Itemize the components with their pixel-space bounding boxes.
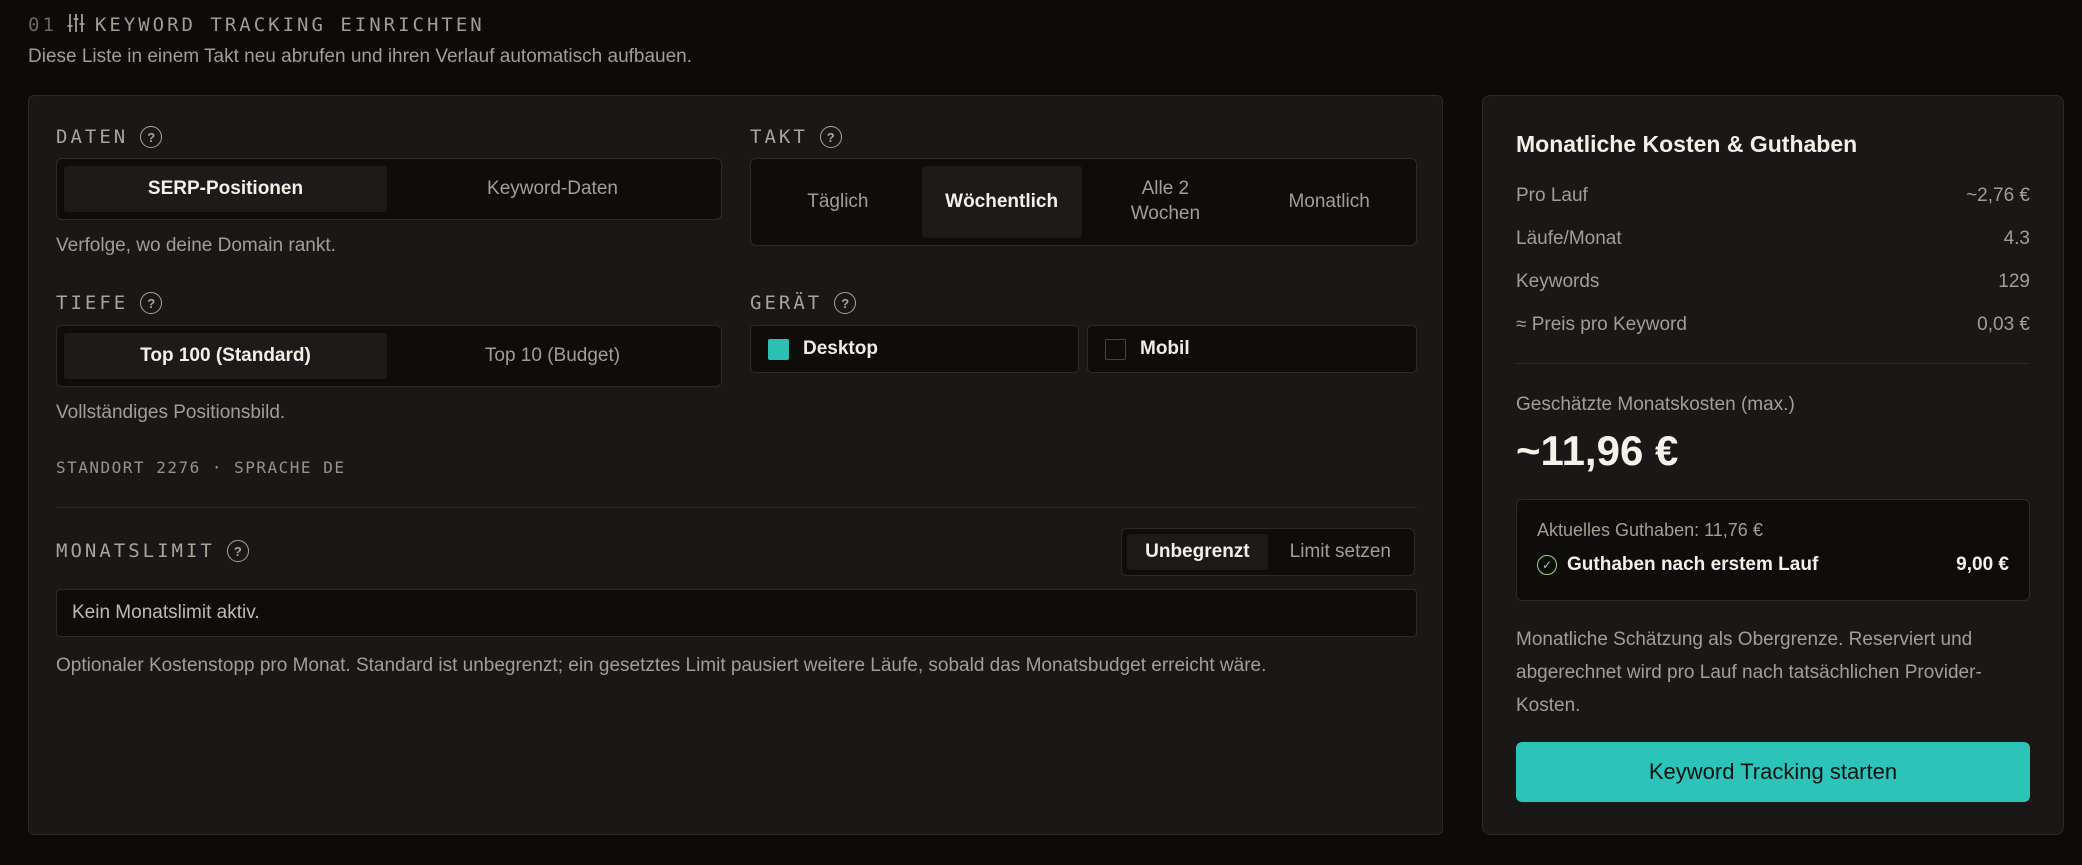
takt-label: TAKT ? (750, 123, 842, 151)
cost-row-value: 0,03 € (1977, 314, 2030, 335)
credit-box: Aktuelles Guthaben: 11,76 € ✓ Guthaben n… (1516, 499, 2030, 601)
divider (56, 507, 1417, 508)
estimate-label: Geschätzte Monatskosten (max.) (1516, 394, 1795, 415)
credit-after-first-run: ✓ Guthaben nach erstem Lauf 9,00 € (1537, 554, 2009, 576)
tiefe-option-top10[interactable]: Top 10 (Budget) (391, 333, 714, 379)
daten-label: DATEN ? (56, 123, 163, 151)
sliders-icon (67, 13, 85, 38)
monatslimit-help: Optionaler Kostenstopp pro Monat. Standa… (56, 655, 1267, 676)
cost-row-label: Keywords (1516, 271, 1600, 292)
monatslimit-value: Kein Monatslimit aktiv. (72, 602, 260, 623)
settings-panel: DATEN ? SERP-Positionen Keyword-Daten Ve… (28, 95, 1443, 835)
cost-row-keywords: Keywords 129 (1516, 271, 2030, 293)
check-circle-icon: ✓ (1537, 555, 1557, 575)
monatslimit-label: MONATSLIMIT ? (56, 537, 249, 565)
tiefe-label: TIEFE ? (56, 289, 163, 317)
tiefe-help: Vollständiges Positionsbild. (56, 402, 286, 423)
monatslimit-selector: Unbegrenzt Limit setzen (1121, 528, 1415, 576)
page-title-text: KEYWORD TRACKING EINRICHTEN (94, 14, 485, 36)
page-header: 01 KEYWORD TRACKING EINRICHTEN Diese Lis… (28, 12, 692, 68)
divider (1516, 363, 2030, 364)
cost-row-value: 129 (1998, 271, 2030, 292)
page-subtitle: Diese Liste in einem Takt neu abrufen un… (28, 46, 693, 67)
monatslimit-field[interactable]: Kein Monatslimit aktiv. (56, 589, 1417, 637)
credit-after-label: Guthaben nach erstem Lauf (1567, 554, 1819, 575)
geraet-label-text: GERÄT (750, 292, 823, 314)
daten-option-serp[interactable]: SERP-Positionen (64, 166, 387, 212)
cost-row-value: ~2,76 € (1966, 185, 2030, 206)
daten-help: Verfolge, wo deine Domain rankt. (56, 235, 336, 256)
daten-selector: SERP-Positionen Keyword-Daten (56, 158, 722, 220)
cost-row-laeufe-monat: Läufe/Monat 4.3 (1516, 228, 2030, 250)
takt-option-alle-2-wochen[interactable]: Alle 2 Wochen (1086, 166, 1246, 238)
monatslimit-label-text: MONATSLIMIT (56, 540, 215, 562)
help-icon[interactable]: ? (226, 540, 249, 562)
takt-selector: Täglich Wöchentlich Alle 2 Wochen Monatl… (750, 158, 1417, 246)
cost-row-preis-pro-keyword: ≈ Preis pro Keyword 0,03 € (1516, 314, 2030, 336)
page-title: 01 KEYWORD TRACKING EINRICHTEN (28, 12, 692, 38)
cost-row-value: 4.3 (2003, 228, 2030, 249)
geraet-label: GERÄT ? (750, 289, 857, 317)
credit-after-value: 9,00 € (1956, 554, 2009, 575)
daten-option-keyword-daten[interactable]: Keyword-Daten (391, 166, 714, 212)
device-option-label: Mobil (1140, 338, 1190, 359)
checkbox-unchecked-icon[interactable] (1105, 338, 1126, 360)
help-icon[interactable]: ? (140, 292, 163, 314)
cost-row-label: ≈ Preis pro Keyword (1516, 314, 1687, 335)
start-tracking-button[interactable]: Keyword Tracking starten (1516, 742, 2030, 802)
cost-summary-panel: Monatliche Kosten & Guthaben Pro Lauf ~2… (1482, 95, 2064, 835)
location-info: STANDORT 2276 · SPRACHE DE (56, 458, 346, 477)
help-icon[interactable]: ? (819, 126, 842, 148)
cost-row-pro-lauf: Pro Lauf ~2,76 € (1516, 185, 2030, 207)
cost-row-label: Pro Lauf (1516, 185, 1588, 206)
takt-option-woechentlich[interactable]: Wöchentlich (921, 166, 1082, 238)
tiefe-label-text: TIEFE (56, 292, 129, 314)
estimate-note: Monatliche Schätzung als Obergrenze. Res… (1516, 629, 1982, 716)
takt-label-text: TAKT (750, 126, 808, 148)
tiefe-option-top100[interactable]: Top 100 (Standard) (64, 333, 387, 379)
limit-option-unbegrenzt[interactable]: Unbegrenzt (1127, 534, 1268, 570)
step-number: 01 (28, 14, 57, 36)
takt-option-monatlich[interactable]: Monatlich (1249, 166, 1409, 238)
device-option-mobil[interactable]: Mobil (1087, 325, 1417, 373)
cost-row-label: Läufe/Monat (1516, 228, 1622, 249)
device-option-label: Desktop (803, 338, 878, 359)
tiefe-selector: Top 100 (Standard) Top 10 (Budget) (56, 325, 722, 387)
limit-option-limit-setzen[interactable]: Limit setzen (1272, 534, 1409, 570)
help-icon[interactable]: ? (140, 126, 163, 148)
daten-label-text: DATEN (56, 126, 129, 148)
takt-option-taeglich[interactable]: Täglich (758, 166, 918, 238)
help-icon[interactable]: ? (834, 292, 857, 314)
estimate-value: ~11,96 € (1516, 427, 1679, 474)
checkbox-checked-icon[interactable] (768, 338, 789, 360)
device-option-desktop[interactable]: Desktop (750, 325, 1079, 373)
cost-summary-title: Monatliche Kosten & Guthaben (1516, 131, 1858, 157)
current-credit: Aktuelles Guthaben: 11,76 € (1537, 520, 1763, 540)
